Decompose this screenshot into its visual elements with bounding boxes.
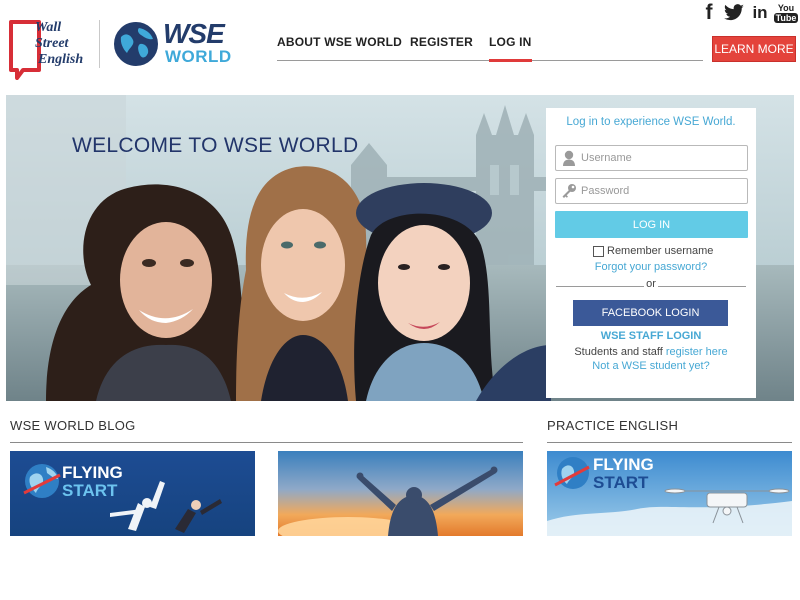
- logo-divider: [99, 20, 100, 68]
- register-here-link[interactable]: register here: [666, 346, 728, 358]
- twitter-icon[interactable]: [722, 2, 746, 24]
- youtube-bottom: Tube: [773, 12, 799, 23]
- remember-label: Remember username: [607, 245, 714, 257]
- password-field[interactable]: [555, 178, 748, 204]
- logo-wse-line2: Street: [35, 36, 69, 51]
- youtube-top: You: [777, 2, 795, 13]
- remember-checkbox[interactable]: [593, 245, 604, 257]
- students-prefix: Students and staff: [574, 346, 666, 358]
- login-intro: Log in to experience WSE World.: [566, 116, 736, 128]
- practice-flying-top: FLYING: [593, 455, 654, 474]
- blog-card-sunset[interactable]: [278, 451, 523, 536]
- facebook-icon[interactable]: f: [702, 2, 716, 24]
- or-line-right: [658, 286, 746, 287]
- nav-register[interactable]: REGISTER: [410, 35, 473, 49]
- nav-login[interactable]: LOG IN: [489, 35, 532, 62]
- blog-section-title: WSE WORLD BLOG: [10, 418, 136, 433]
- forgot-password-link[interactable]: Forgot your password?: [546, 261, 756, 273]
- youtube-icon[interactable]: You Tube: [773, 2, 799, 24]
- or-divider: or: [546, 278, 756, 292]
- practice-card-flying-start[interactable]: FLYING START: [547, 451, 792, 536]
- nav-about[interactable]: ABOUT WSE WORLD: [277, 35, 402, 49]
- students-register-row: Students and staff register here: [546, 346, 756, 358]
- facebook-login-button[interactable]: FACEBOOK LOGIN: [573, 300, 728, 326]
- practice-card-image: [547, 451, 792, 536]
- username-field[interactable]: [555, 145, 748, 171]
- user-icon: [560, 149, 578, 167]
- card-flying-top: FLYING: [62, 463, 123, 482]
- login-submit-button[interactable]: LOG IN: [555, 211, 748, 238]
- sunset-photo: [278, 451, 523, 536]
- linkedin-glyph: in: [752, 3, 768, 22]
- remember-username[interactable]: Remember username: [593, 245, 713, 257]
- main-nav: ABOUT WSE WORLD REGISTER LOG IN: [277, 30, 703, 62]
- or-text: or: [646, 278, 656, 290]
- facebook-glyph: f: [705, 1, 713, 24]
- blog-card-image: [10, 451, 255, 536]
- logo-wse-line3: English: [38, 52, 84, 67]
- staff-login-link[interactable]: WSE STAFF LOGIN: [546, 330, 756, 342]
- not-student-link[interactable]: Not a WSE student yet?: [546, 360, 756, 372]
- logo-world-bottom: WORLD: [165, 47, 232, 66]
- site-header: Wall Street English WSE WORLD ABOUT WSE …: [0, 0, 800, 90]
- hero-title: WELCOME TO WSE WORLD: [72, 134, 359, 157]
- password-input[interactable]: [578, 180, 743, 202]
- globe-icon: [114, 22, 158, 66]
- practice-section-title: PRACTICE ENGLISH: [547, 418, 679, 433]
- practice-section-rule: [547, 442, 792, 443]
- wse-world-logo[interactable]: WSE WORLD: [113, 18, 238, 70]
- wall-street-english-logo[interactable]: Wall Street English: [5, 18, 93, 80]
- logo-world-top: WSE: [163, 18, 225, 49]
- username-input[interactable]: [578, 147, 743, 169]
- card-flying-bottom: START: [62, 481, 118, 500]
- learn-more-button[interactable]: LEARN MORE: [712, 36, 796, 62]
- login-panel: Log in to experience WSE World. LOG IN R…: [546, 108, 756, 398]
- blog-card-flying-start[interactable]: FLYING START: [10, 451, 255, 536]
- logo-wse-line1: Wall: [35, 20, 62, 35]
- practice-flying-bottom: START: [593, 473, 649, 492]
- key-icon: [560, 182, 578, 200]
- linkedin-icon[interactable]: in: [750, 2, 770, 24]
- blog-section-rule: [10, 442, 523, 443]
